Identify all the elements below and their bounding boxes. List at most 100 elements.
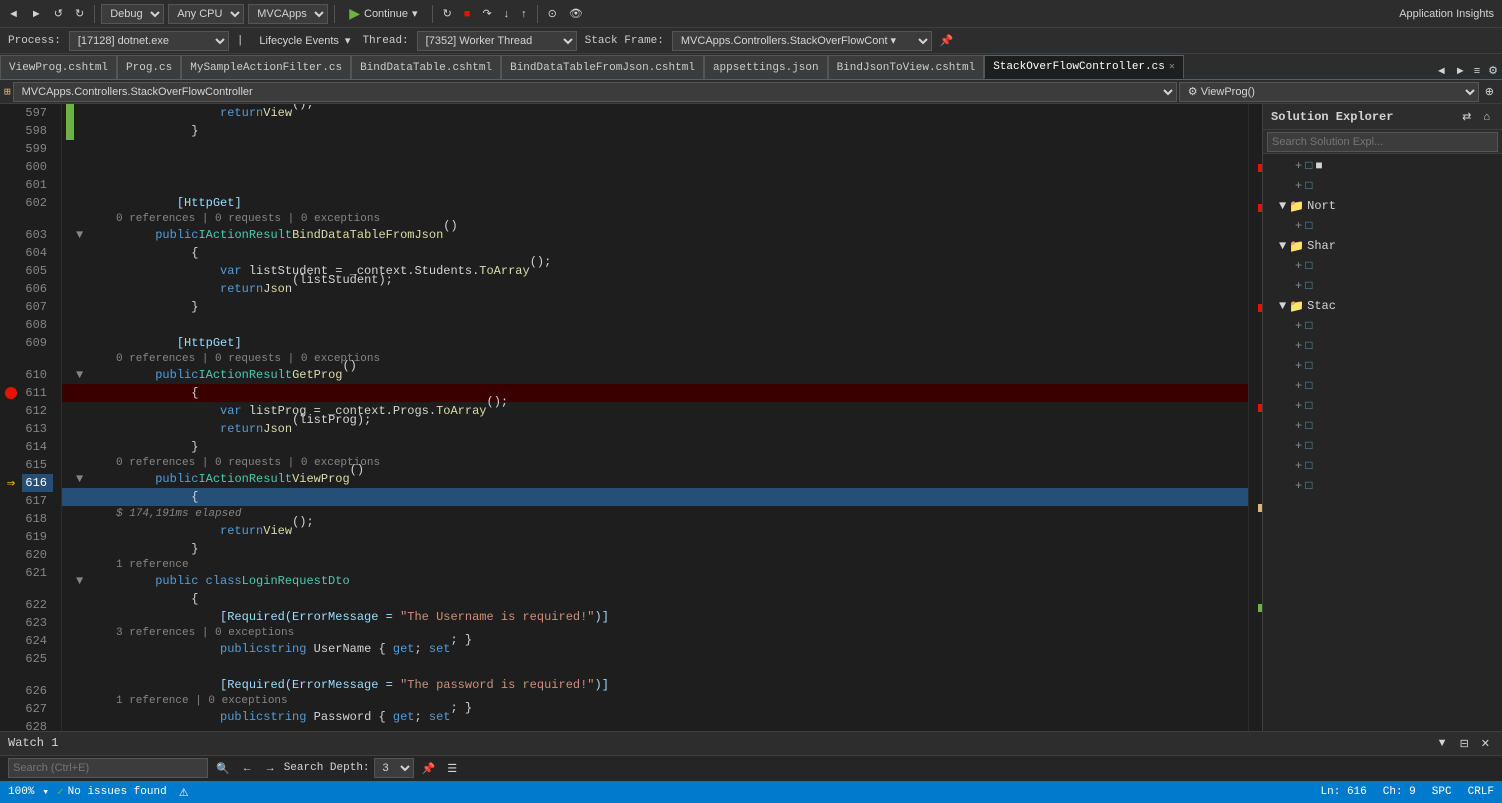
tab-mysample[interactable]: MySampleActionFilter.cs — [181, 55, 351, 79]
step-out-button[interactable]: ↑ — [517, 6, 531, 22]
col-num-status: Ch: 9 — [1383, 786, 1416, 798]
tab-appsettings[interactable]: appsettings.json — [704, 55, 828, 79]
se-item-7[interactable]: + □ — [1263, 336, 1502, 356]
watch-forward-button[interactable]: → — [261, 760, 280, 776]
code-line-623 — [62, 658, 1248, 676]
mini-ok-marker — [1258, 604, 1262, 612]
se-item-6[interactable]: + □ — [1263, 316, 1502, 336]
zoom-dropdown[interactable]: ▾ — [42, 785, 49, 799]
watch-undock-button[interactable]: ⊟ — [1456, 735, 1473, 752]
pin-button[interactable]: 📌 — [936, 32, 958, 49]
tab-stackoverflow[interactable]: StackOverFlowController.cs ✕ — [984, 55, 1184, 79]
solution-explorer: Solution Explorer ⇄ ⌂ + □ ■ + □ ▼ 📁 — [1262, 104, 1502, 731]
back-button[interactable]: ◄ — [4, 6, 23, 22]
watch-collapse-button[interactable]: ▼ — [1433, 735, 1452, 751]
app-selector[interactable]: MVCApps — [248, 4, 328, 24]
tab-close-icon[interactable]: ✕ — [1169, 61, 1175, 73]
step-over-button[interactable]: ↷ — [478, 5, 495, 22]
code-line-614: } — [62, 438, 1248, 456]
undo-button[interactable]: ↺ — [50, 5, 67, 22]
file-icon-11: □ — [1305, 419, 1312, 433]
watch-options-button[interactable]: ☰ — [443, 760, 461, 777]
breakpoint-dot[interactable] — [5, 387, 17, 399]
gutter-614 — [0, 438, 22, 456]
ref-line-615: 0 references | 0 requests | 0 exceptions — [62, 456, 1248, 470]
code-line-612: var listProg = _context.Progs.ToArray(); — [62, 402, 1248, 420]
zoom-level: 100% — [8, 786, 34, 798]
gutter-605 — [0, 262, 22, 280]
watch-pin-button[interactable]: 📌 — [418, 760, 440, 777]
tab-options[interactable]: ⚙ — [1484, 62, 1502, 79]
watch-depth-selector[interactable]: 3 — [374, 758, 414, 778]
se-item-14[interactable]: + □ — [1263, 476, 1502, 496]
se-sync-button[interactable]: ⇄ — [1458, 108, 1475, 125]
method-selector[interactable]: ⚙ ViewProg() — [1179, 82, 1479, 102]
tab-binddatatablefromjson[interactable]: BindDataTableFromJson.cshtml — [501, 55, 704, 79]
status-warning-button[interactable]: ⚠ — [175, 784, 193, 801]
tab-prog[interactable]: Prog.cs — [117, 55, 181, 79]
tab-menu[interactable]: ≡ — [1470, 63, 1484, 79]
se-search-input[interactable] — [1267, 132, 1498, 152]
app-insights-button[interactable]: Application Insights — [1395, 6, 1498, 22]
watch-panel: Watch 1 ▼ ⊟ ✕ 🔍 ← → Search Depth: 3 📌 ☰ — [0, 731, 1502, 781]
ln-ref3 — [22, 582, 53, 596]
gutter-611[interactable] — [0, 384, 22, 402]
addr-expand[interactable]: ⊕ — [1481, 83, 1498, 100]
continue-button[interactable]: ▶ Continue ▾ — [341, 3, 425, 24]
se-item-12[interactable]: + □ — [1263, 436, 1502, 456]
se-item-11[interactable]: + □ — [1263, 416, 1502, 436]
breakpoints-button[interactable]: ⊙ — [544, 5, 561, 22]
forward-button[interactable]: ► — [27, 6, 46, 22]
lifecycle-button[interactable]: Lifecycle Events ▾ — [251, 32, 354, 49]
tab-scroll-right[interactable]: ► — [1451, 63, 1470, 79]
cpu-selector[interactable]: Any CPU — [168, 4, 244, 24]
watch-header: Watch 1 ▼ ⊟ ✕ — [0, 732, 1502, 756]
file-icon-2: □ — [1305, 179, 1312, 193]
step-into-button[interactable]: ↓ — [500, 6, 514, 22]
redo-button[interactable]: ↻ — [71, 5, 88, 22]
se-item-8[interactable]: + □ — [1263, 356, 1502, 376]
se-item-2[interactable]: + □ — [1263, 176, 1502, 196]
code-editor[interactable]: return View(); } — [62, 104, 1248, 731]
tab-viewprog[interactable]: ViewProg.cshtml — [0, 55, 117, 79]
mini-error-marker — [1258, 204, 1262, 212]
se-item-9[interactable]: + □ — [1263, 376, 1502, 396]
se-item-4[interactable]: + □ — [1263, 256, 1502, 276]
se-item-1[interactable]: + □ ■ — [1263, 156, 1502, 176]
code-line-601 — [62, 176, 1248, 194]
debug-selector[interactable]: Debug — [101, 4, 164, 24]
se-item-13[interactable]: + □ — [1263, 456, 1502, 476]
tab-scroll-left[interactable]: ◄ — [1432, 63, 1451, 79]
tab-binddatatable[interactable]: BindDataTable.cshtml — [351, 55, 501, 79]
se-home-button[interactable]: ⌂ — [1479, 108, 1494, 125]
editor-area: ⇒ 597 598 599 600 601 602 603 604 605 60… — [0, 104, 1262, 731]
tab-bindjsontoview[interactable]: BindJsonToView.cshtml — [828, 55, 985, 79]
watch-back-button[interactable]: ← — [238, 760, 257, 776]
mod-indicator — [66, 122, 74, 140]
code-line-611: { — [62, 384, 1248, 402]
ln-620: 620 — [22, 546, 53, 564]
se-item-nort[interactable]: ▼ 📁 Nort — [1263, 196, 1502, 216]
se-item-10[interactable]: + □ — [1263, 396, 1502, 416]
thread-label: Thread: — [358, 35, 412, 47]
code-line-617: return View(); — [62, 522, 1248, 540]
se-item-5[interactable]: + □ — [1263, 276, 1502, 296]
watch-search-input[interactable] — [8, 758, 208, 778]
stop-button[interactable]: ■ — [460, 6, 475, 22]
process-selector[interactable]: [17128] dotnet.exe — [69, 31, 229, 51]
watch-search-button[interactable]: 🔍 — [212, 760, 234, 777]
se-header-buttons: ⇄ ⌂ — [1458, 108, 1494, 125]
se-item-shar[interactable]: ▼ 📁 Shar — [1263, 236, 1502, 256]
watch-close-button[interactable]: ✕ — [1477, 735, 1494, 752]
restart-button[interactable]: ↻ — [439, 5, 456, 22]
code-line-603: ▼ public IActionResult BindDataTableFrom… — [62, 226, 1248, 244]
add-icon-9: + — [1295, 379, 1302, 393]
thread-selector[interactable]: [7352] Worker Thread — [417, 31, 577, 51]
stack-selector[interactable]: MVCApps.Controllers.StackOverFlowCont ▾ — [672, 31, 932, 51]
se-item-stac[interactable]: ▼ 📁 Stac — [1263, 296, 1502, 316]
watch-title: Watch 1 — [8, 736, 58, 750]
gutter-ref2 — [0, 352, 22, 366]
namespace-selector[interactable]: MVCApps.Controllers.StackOverFlowControl… — [13, 82, 1177, 102]
watch-button[interactable]: 👁 — [565, 5, 587, 22]
se-item-3[interactable]: + □ — [1263, 216, 1502, 236]
